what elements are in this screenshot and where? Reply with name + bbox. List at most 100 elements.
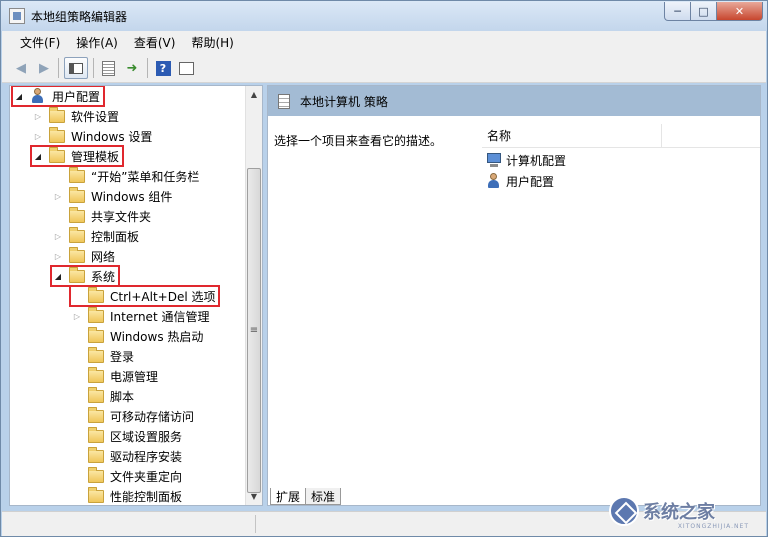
folder-icon [88, 386, 104, 403]
tab-extended[interactable]: 扩展 [270, 488, 307, 505]
menu-action[interactable]: 操作(A) [68, 34, 126, 51]
tree-item[interactable]: 性能控制面板 [72, 486, 183, 505]
folder-icon [88, 346, 104, 363]
watermark-subtext: XITONGZHIJIA.NET [677, 523, 749, 530]
list-item-computer-config[interactable]: 计算机配置 [486, 150, 566, 170]
menu-help[interactable]: 帮助(H) [183, 34, 241, 51]
details-title: 本地计算机 策略 [300, 94, 388, 109]
tree-item-label: 可移动存储访问 [110, 409, 195, 424]
collapsed-arrow-icon[interactable]: ▷ [33, 111, 43, 121]
back-arrow-icon[interactable]: ◀ [11, 58, 31, 78]
tree-scrollbar[interactable]: ▲ ≡ ▼ [245, 86, 262, 505]
column-header: 名称 [482, 124, 760, 148]
gpedit-window: 本地组策略编辑器 ─ □ ✕ 文件(F) 操作(A) 查看(V) 帮助(H) ◀… [0, 0, 768, 537]
toolbar-separator [58, 58, 59, 78]
tree-item-label: 性能控制面板 [110, 489, 183, 504]
tree-item-label: Internet 通信管理 [110, 309, 210, 324]
maximize-button[interactable]: □ [691, 2, 717, 21]
view-tabs: 扩展 标准 [270, 488, 342, 505]
menu-view[interactable]: 查看(V) [126, 34, 184, 51]
menu-bar: 文件(F) 操作(A) 查看(V) 帮助(H) [2, 31, 766, 53]
tree-item[interactable]: Windows 热启动 [72, 326, 203, 346]
tree-item-label: Windows 热启动 [110, 329, 204, 344]
filter-view-icon[interactable] [176, 58, 196, 78]
list-item-user-config[interactable]: 用户配置 [486, 171, 554, 191]
details-header: 本地计算机 策略 [268, 86, 760, 116]
list-item-label: 用户配置 [506, 174, 555, 189]
list-item-label: 计算机配置 [506, 153, 567, 168]
folder-icon [69, 226, 85, 243]
tree-item[interactable]: 文件夹重定向 [72, 466, 182, 486]
properties-icon[interactable] [98, 58, 118, 78]
folder-icon [88, 426, 104, 443]
window-title: 本地组策略编辑器 [31, 10, 128, 24]
user-config-icon [486, 173, 502, 189]
tree-item[interactable]: ▷ Internet 通信管理 [72, 306, 209, 326]
minimize-button[interactable]: ─ [664, 2, 691, 21]
tree-item-label: Windows 组件 [91, 189, 173, 204]
folder-icon [88, 366, 104, 383]
highlight-box [30, 145, 124, 167]
highlight-box [50, 265, 120, 287]
tree-item[interactable]: ▷ 软件设置 [33, 106, 119, 126]
scroll-thumb[interactable]: ≡ [247, 168, 261, 493]
tree-item[interactable]: ▷ Windows 设置 [33, 126, 152, 146]
tree-item[interactable]: ▷ Windows 组件 [53, 186, 172, 206]
tree-item[interactable]: 登录 [72, 346, 134, 366]
tree-item[interactable]: 电源管理 [72, 366, 158, 386]
help-icon[interactable]: ? [153, 58, 173, 78]
watermark: 系统之家 XITONGZHIJIA.NET [609, 489, 759, 533]
tree-item[interactable]: 区域设置服务 [72, 426, 182, 446]
tree-item[interactable]: ▷ 控制面板 [53, 226, 139, 246]
forward-arrow-icon[interactable]: ▶ [34, 58, 54, 78]
folder-icon [49, 126, 65, 143]
tree-item-label: “开始”菜单和任务栏 [91, 169, 200, 184]
scroll-down-icon[interactable]: ▼ [246, 488, 262, 505]
folder-icon [88, 486, 104, 503]
tree-item-label: 登录 [110, 349, 135, 364]
title-bar[interactable]: 本地组策略编辑器 ─ □ ✕ [1, 1, 767, 31]
tree-item-label: 网络 [91, 249, 116, 264]
folder-icon [69, 166, 85, 183]
tree-item[interactable]: 可移动存储访问 [72, 406, 194, 426]
collapsed-arrow-icon[interactable]: ▷ [53, 191, 63, 201]
tree-item[interactable]: 共享文件夹 [53, 206, 151, 226]
close-button[interactable]: ✕ [717, 2, 763, 21]
folder-icon [69, 206, 85, 223]
export-list-icon[interactable]: ➜ [122, 58, 142, 78]
show-hide-tree-icon[interactable] [64, 57, 88, 79]
tree-item[interactable]: ▷ 网络 [53, 246, 115, 266]
app-icon [9, 8, 25, 24]
collapsed-arrow-icon[interactable]: ▷ [53, 231, 63, 241]
tree-item-label: 文件夹重定向 [110, 469, 183, 484]
collapsed-arrow-icon[interactable]: ▷ [33, 131, 43, 141]
watermark-logo-icon [609, 496, 639, 526]
collapsed-arrow-icon[interactable]: ▷ [53, 251, 63, 261]
collapsed-arrow-icon[interactable]: ▷ [72, 311, 82, 321]
toolbar-separator [147, 58, 148, 78]
tree-item-label: Windows 设置 [71, 129, 153, 144]
tree-item[interactable]: 驱动程序安装 [72, 446, 182, 466]
tree-item[interactable]: 脚本 [72, 386, 134, 406]
scroll-up-icon[interactable]: ▲ [246, 86, 262, 103]
name-column-header[interactable]: 名称 [482, 124, 662, 147]
highlight-box [69, 285, 220, 307]
watermark-text: 系统之家 [643, 502, 715, 523]
folder-icon [69, 186, 85, 203]
description-text: 选择一个项目来查看它的描述。 [274, 134, 443, 148]
menu-file[interactable]: 文件(F) [12, 34, 68, 51]
folder-icon [88, 306, 104, 323]
folder-icon [49, 106, 65, 123]
tab-standard[interactable]: 标准 [305, 488, 342, 505]
tree-item[interactable]: “开始”菜单和任务栏 [53, 166, 199, 186]
